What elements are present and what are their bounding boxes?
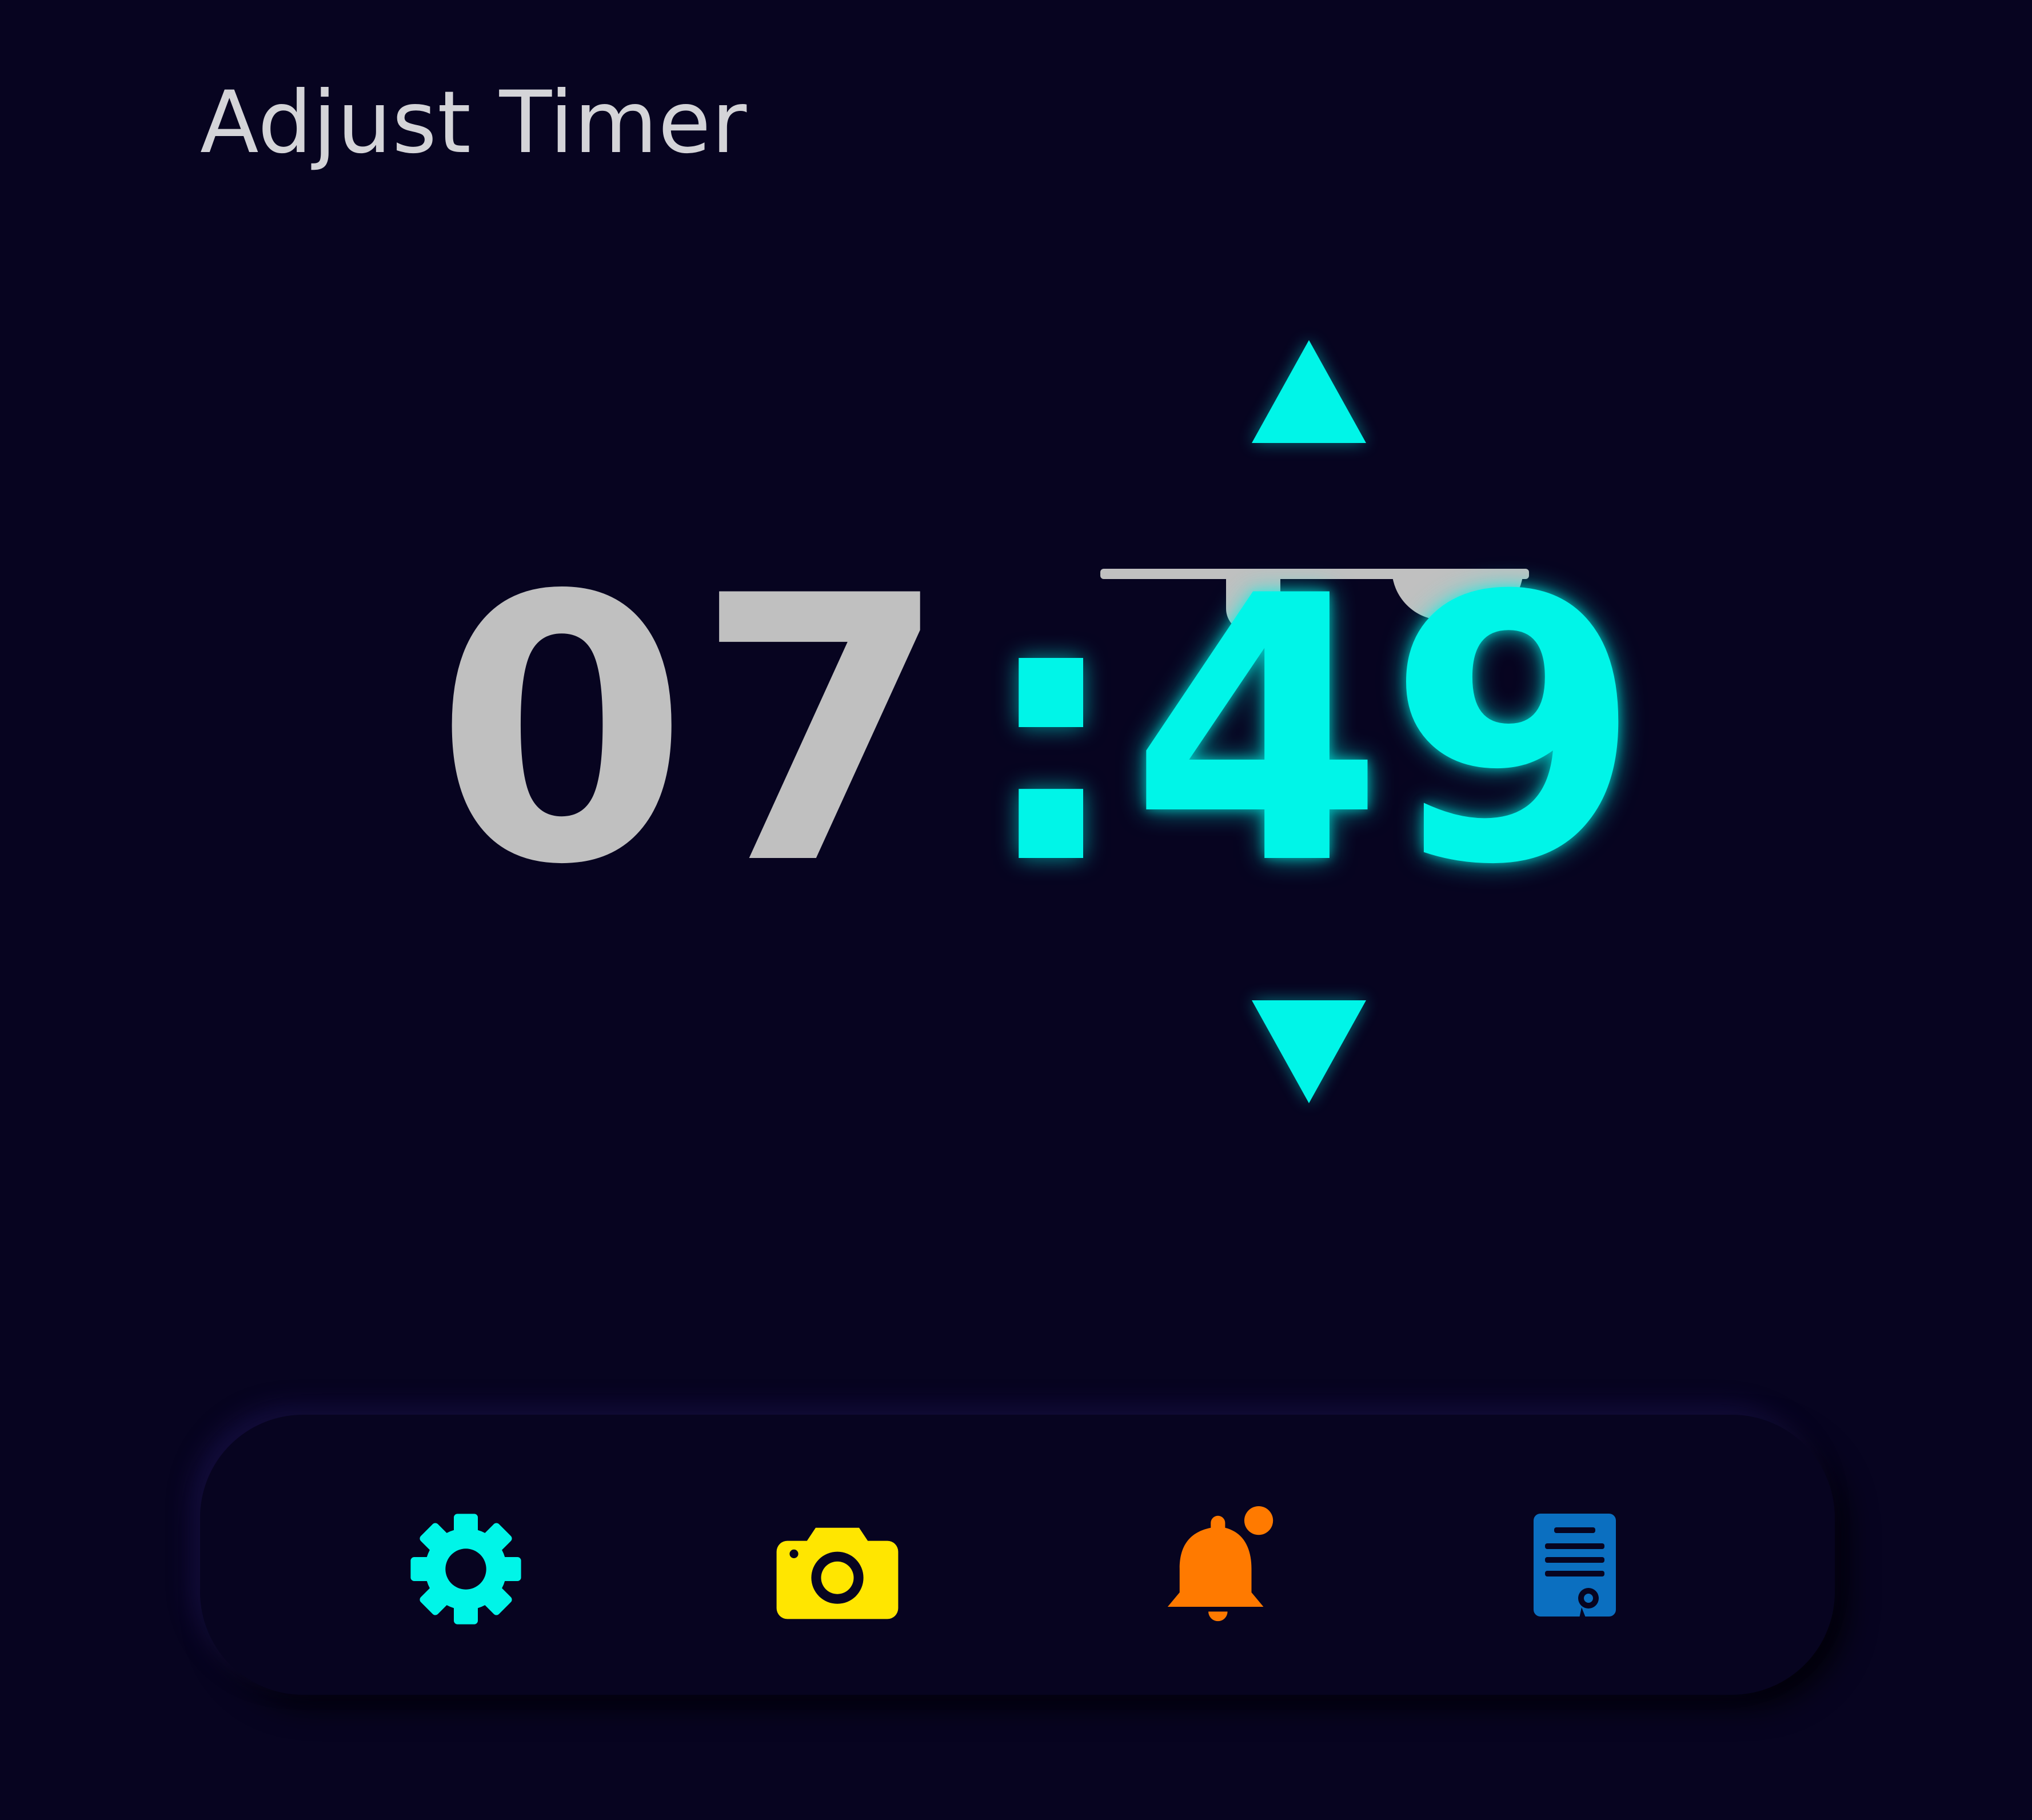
camera-button[interactable]	[769, 1500, 906, 1638]
time-separator: :	[977, 518, 1124, 944]
minutes-wrapper: 49	[1130, 526, 1645, 937]
minutes-value[interactable]: 49	[1130, 526, 1645, 937]
document-certificate-icon	[1534, 1514, 1616, 1625]
timer-display: 07 : 49	[434, 526, 1644, 937]
decrement-minutes-button[interactable]	[1252, 1000, 1366, 1103]
settings-button[interactable]	[397, 1500, 534, 1638]
hours-value[interactable]: 07	[434, 549, 955, 915]
gear-icon	[410, 1514, 521, 1625]
bottom-dock	[200, 1415, 1835, 1695]
increment-minutes-button[interactable]	[1252, 340, 1366, 443]
camera-icon	[776, 1527, 899, 1619]
document-button[interactable]	[1506, 1500, 1643, 1638]
page-title: Adjust Timer	[200, 73, 748, 173]
bell-icon	[1167, 1506, 1274, 1622]
alarm-button[interactable]	[1152, 1500, 1289, 1638]
